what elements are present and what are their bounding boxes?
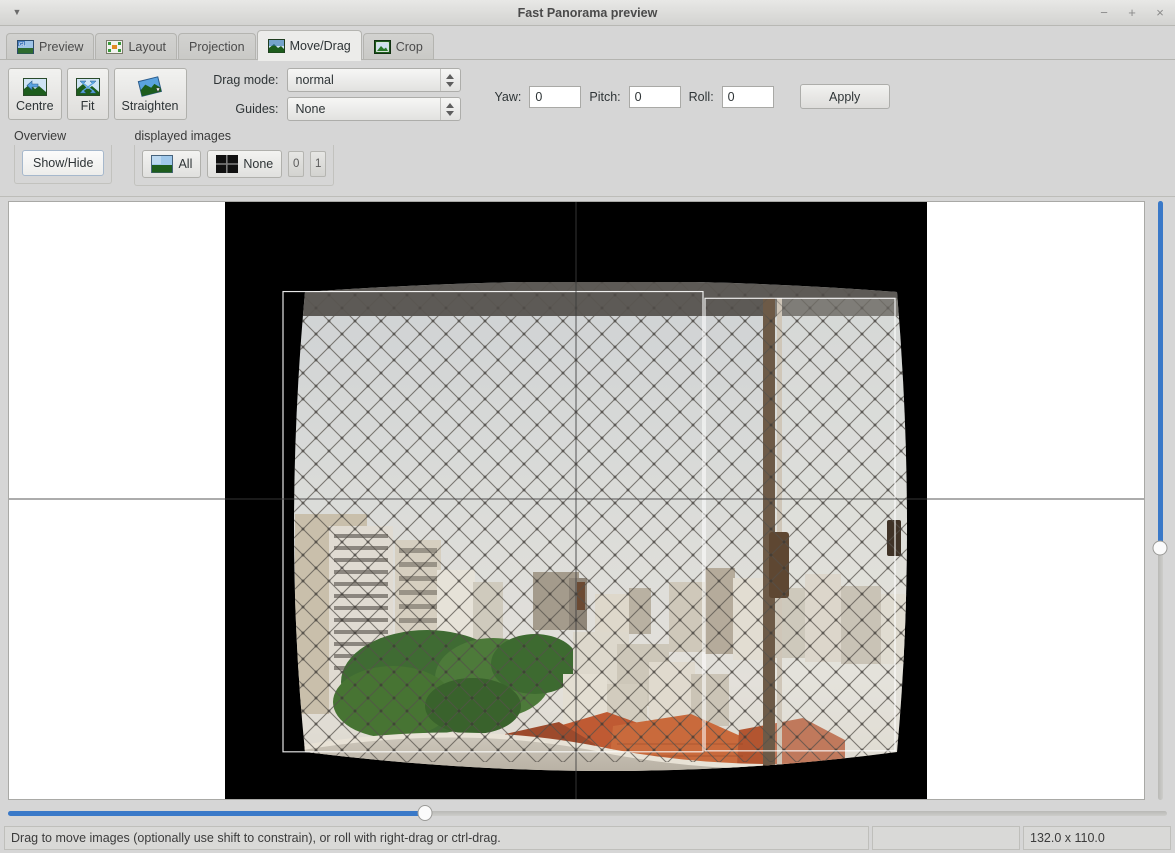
vertical-zoom-slider[interactable]	[1147, 201, 1173, 800]
tab-label: Preview	[39, 40, 83, 54]
yaw-label: Yaw:	[495, 90, 522, 104]
preview-area	[0, 197, 1175, 800]
straighten-image-icon	[137, 76, 163, 98]
window-controls: − + ×	[1097, 6, 1167, 20]
angle-controls: Yaw: Pitch: Roll: Apply	[495, 68, 890, 109]
chevron-up-icon	[446, 103, 454, 108]
app-window: ▼ Fast Panorama preview − + × GL Preview	[0, 0, 1175, 853]
show-all-images-button[interactable]: All	[142, 150, 201, 178]
chevron-up-icon	[446, 74, 454, 79]
horizontal-pan-slider[interactable]	[8, 802, 1167, 824]
button-label: Fit	[81, 99, 95, 113]
tab-crop[interactable]: Crop	[363, 33, 434, 60]
view-toolbar: Overview Show/Hide displayed images	[0, 127, 1175, 196]
status-size: 132.0 x 110.0	[1023, 826, 1171, 850]
tab-label: Layout	[128, 40, 166, 54]
fit-image-icon	[75, 76, 101, 98]
roll-input[interactable]	[722, 86, 774, 108]
drag-mode-label: Drag mode:	[211, 73, 279, 87]
guides-row: Guides: None	[211, 97, 461, 121]
transform-toolbar: Centre Fit	[0, 64, 1175, 127]
drag-mode-combo[interactable]: normal	[287, 68, 461, 92]
guides-label: Guides:	[211, 102, 279, 116]
panorama-canvas[interactable]	[8, 201, 1145, 800]
image-toggle-1[interactable]: 1	[310, 151, 326, 177]
button-label: None	[243, 157, 273, 171]
window-title: Fast Panorama preview	[0, 6, 1175, 20]
button-label: All	[178, 157, 192, 171]
tab-preview[interactable]: GL Preview	[6, 33, 94, 60]
horizontal-slider-track[interactable]	[8, 811, 1167, 816]
tab-strip: GL Preview Layout Projection	[0, 26, 1175, 60]
tab-label: Crop	[396, 40, 423, 54]
centre-crosshair-guides	[9, 202, 1144, 799]
status-message: Drag to move images (optionally use shif…	[4, 826, 869, 850]
vertical-slider-track[interactable]	[1158, 201, 1163, 800]
fit-button[interactable]: Fit	[67, 68, 109, 120]
centre-image-icon	[22, 76, 48, 98]
tab-layout[interactable]: Layout	[95, 33, 177, 60]
straighten-button[interactable]: Straighten	[114, 68, 187, 120]
show-no-images-button[interactable]: None	[207, 150, 282, 178]
maximize-icon[interactable]: +	[1125, 6, 1139, 20]
chevron-down-icon[interactable]: ▼	[6, 8, 28, 17]
displayed-images-frame: displayed images All	[126, 129, 342, 190]
overview-frame: Overview Show/Hide	[6, 129, 120, 188]
apply-button[interactable]: Apply	[800, 84, 890, 109]
yaw-input[interactable]	[529, 86, 581, 108]
tab-move-drag[interactable]: Move/Drag	[257, 30, 362, 60]
displayed-images-frame-title: displayed images	[134, 129, 334, 145]
vertical-slider-handle[interactable]	[1153, 541, 1168, 556]
drag-settings: Drag mode: normal Guides: None	[211, 68, 461, 121]
drag-mode-spinner[interactable]	[440, 69, 460, 91]
no-images-icon	[216, 155, 238, 173]
tool-area: Centre Fit	[0, 60, 1175, 197]
close-icon[interactable]: ×	[1153, 6, 1167, 20]
image-toggle-0[interactable]: 0	[288, 151, 304, 177]
tab-label: Projection	[189, 40, 245, 54]
tab-projection[interactable]: Projection	[178, 33, 256, 60]
chevron-down-icon	[446, 111, 454, 116]
image-action-buttons: Centre Fit	[8, 68, 187, 120]
centre-button[interactable]: Centre	[8, 68, 62, 120]
button-label: Straighten	[122, 99, 179, 113]
chevron-down-icon	[446, 82, 454, 87]
crop-icon	[374, 40, 391, 54]
drag-mode-row: Drag mode: normal	[211, 68, 461, 92]
tab-label: Move/Drag	[290, 39, 351, 53]
status-middle	[872, 826, 1020, 850]
horizontal-slider-fill	[8, 811, 425, 816]
all-images-icon	[151, 155, 173, 173]
preview-gl-icon: GL	[17, 40, 34, 54]
guides-combo[interactable]: None	[287, 97, 461, 121]
guides-spinner[interactable]	[440, 98, 460, 120]
drag-mode-value: normal	[288, 73, 334, 87]
roll-label: Roll:	[689, 90, 714, 104]
horizontal-slider-handle[interactable]	[418, 805, 433, 821]
title-bar: ▼ Fast Panorama preview − + ×	[0, 0, 1175, 26]
pitch-input[interactable]	[629, 86, 681, 108]
move-drag-icon	[268, 39, 285, 53]
status-bar: Drag to move images (optionally use shif…	[4, 826, 1171, 850]
pitch-label: Pitch:	[589, 90, 620, 104]
overview-frame-title: Overview	[14, 129, 112, 145]
guides-value: None	[288, 102, 326, 116]
vertical-slider-fill	[1158, 201, 1163, 548]
button-label: Centre	[16, 99, 54, 113]
minimize-icon[interactable]: −	[1097, 6, 1111, 20]
layout-grid-icon	[106, 40, 123, 54]
show-hide-button[interactable]: Show/Hide	[22, 150, 104, 176]
svg-text:GL: GL	[19, 42, 26, 48]
